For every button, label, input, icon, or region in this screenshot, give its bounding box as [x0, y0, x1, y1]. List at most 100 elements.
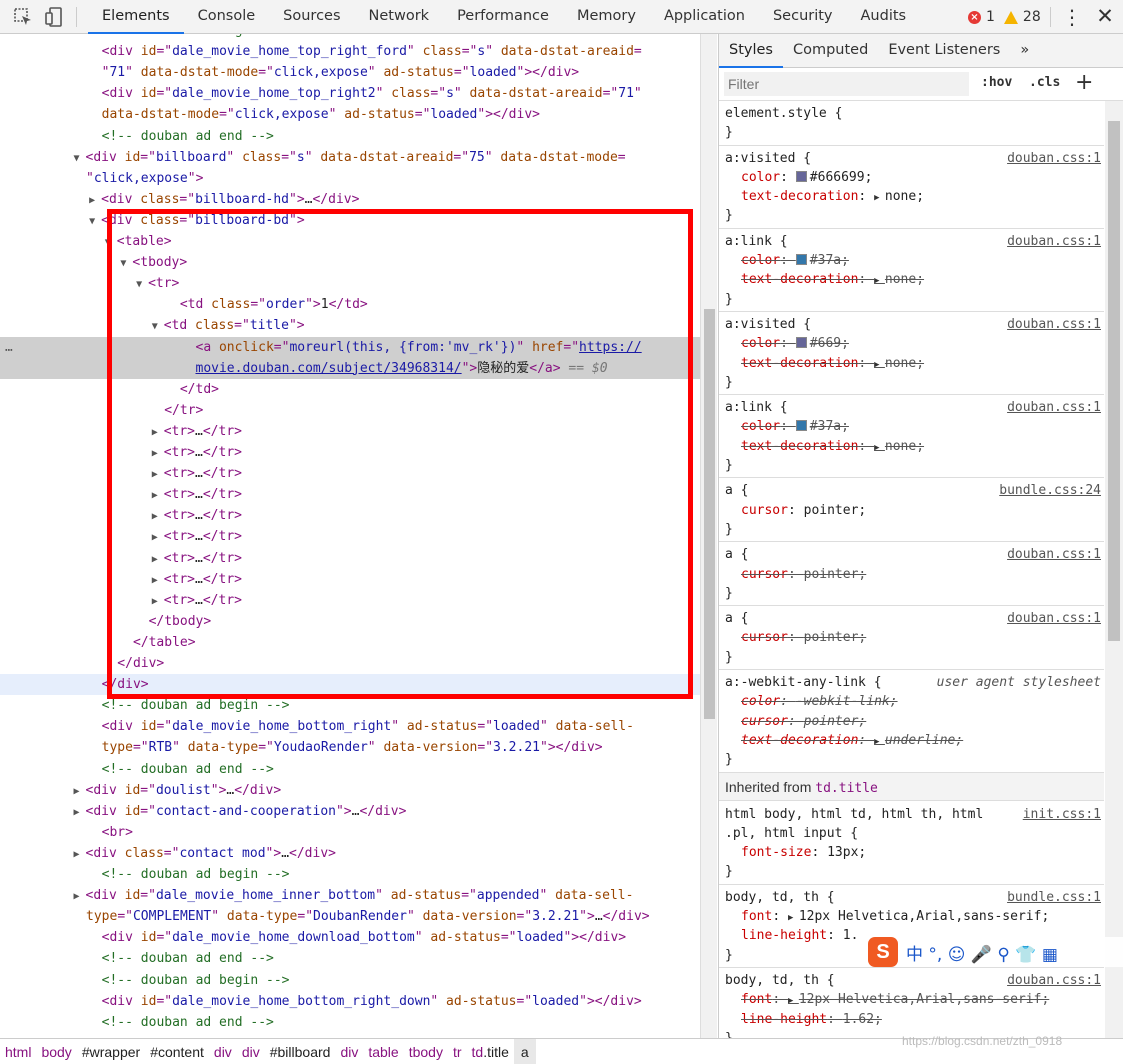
css-property-value[interactable]: 12px Helvetica,Arial,sans-serif; — [799, 909, 1049, 924]
color-swatch-icon[interactable] — [795, 420, 807, 432]
expand-shorthand-icon[interactable]: ▶ — [874, 193, 885, 203]
breadcrumb-item[interactable]: div — [209, 1044, 237, 1060]
css-property-value[interactable]: pointer; — [804, 714, 867, 729]
styles-filter-input[interactable] — [724, 72, 969, 96]
new-style-rule-button[interactable]: + — [1075, 70, 1093, 95]
rule-source-link[interactable]: bundle.css:1 — [1007, 888, 1101, 907]
style-declaration[interactable]: text-decoration: ▶ none; — [741, 270, 924, 289]
style-declaration[interactable]: color: #666699; — [741, 168, 872, 187]
style-declaration[interactable]: color: #37a; — [741, 251, 849, 270]
dom-node-row[interactable]: <!-- douban ad end --> — [0, 1012, 700, 1033]
style-declaration[interactable]: line-height: 1.62; — [741, 1010, 882, 1029]
breadcrumb-item[interactable]: div — [237, 1044, 265, 1060]
styles-scrollbar[interactable] — [1105, 101, 1123, 1038]
tab-network[interactable]: Network — [355, 0, 444, 34]
rule-selector[interactable]: a { — [725, 481, 748, 500]
tab-application[interactable]: Application — [650, 0, 759, 34]
tab-security[interactable]: Security — [759, 0, 847, 34]
style-declaration[interactable]: color: -webkit-link; — [741, 692, 898, 711]
style-declaration[interactable]: cursor: pointer; — [741, 628, 866, 647]
breadcrumb-item[interactable]: table — [363, 1044, 403, 1060]
style-declaration[interactable]: text-decoration: ▶ none; — [741, 354, 924, 373]
expand-shorthand-icon[interactable]: ▶ — [874, 737, 885, 747]
rule-selector[interactable]: .pl, html input { — [725, 824, 858, 843]
more-options-icon[interactable]: ⋮ — [1062, 4, 1082, 30]
css-property-value[interactable]: pointer; — [804, 567, 867, 582]
dom-node-row[interactable]: ▶ <div id="dale_movie_home_inner_bottom" … — [0, 885, 700, 906]
expand-triangle-icon[interactable]: ▶ — [74, 802, 86, 823]
dom-node-row[interactable]: <!-- douban ad end --> — [0, 126, 700, 147]
style-rule[interactable]: a {douban.css:1 cursor: pointer;} — [719, 542, 1104, 607]
css-property-value[interactable]: none; — [885, 189, 924, 204]
device-toolbar-icon[interactable] — [44, 6, 66, 28]
rule-source-link[interactable]: bundle.css:24 — [999, 481, 1101, 500]
css-property-value[interactable]: underline; — [885, 733, 963, 748]
rule-selector[interactable]: a:link { — [725, 398, 788, 417]
style-rule[interactable]: a:-webkit-any-link {user agent styleshee… — [719, 670, 1104, 773]
style-rule[interactable]: a {bundle.css:24 cursor: pointer;} — [719, 478, 1104, 543]
css-property-value[interactable]: #666699; — [810, 170, 873, 185]
css-property-value[interactable]: 13px; — [827, 845, 866, 860]
style-declaration[interactable]: text-decoration: ▶ none; — [741, 437, 924, 456]
style-declaration[interactable]: line-height: 1. — [741, 926, 858, 945]
expand-triangle-icon[interactable]: ▶ — [74, 844, 86, 865]
tab-console[interactable]: Console — [184, 0, 270, 34]
rule-selector[interactable]: a { — [725, 545, 748, 564]
css-property-value[interactable]: pointer; — [804, 503, 867, 518]
expand-shorthand-icon[interactable]: ▶ — [788, 913, 799, 923]
dom-node-row[interactable]: <!-- douban ad end --> — [0, 948, 700, 969]
rule-source-link[interactable]: douban.css:1 — [1007, 971, 1101, 990]
style-rule[interactable]: a:link {douban.css:1 color: #37a; text-dec… — [719, 395, 1104, 479]
tab-performance[interactable]: Performance — [443, 0, 563, 34]
dom-tree-scrollbar-thumb[interactable] — [704, 309, 715, 719]
more-tabs-icon[interactable]: » — [1010, 34, 1039, 68]
breadcrumb-item[interactable]: tbody — [404, 1044, 448, 1060]
css-property-value[interactable]: 1.62; — [843, 1012, 882, 1027]
rule-selector[interactable]: body, td, th { — [725, 888, 835, 907]
style-rule[interactable]: a:visited {douban.css:1 color: #666699; te… — [719, 146, 1104, 229]
color-swatch-icon[interactable] — [795, 170, 807, 182]
style-rule[interactable]: a {douban.css:1 cursor: pointer;} — [719, 606, 1104, 671]
dom-node-row[interactable]: data-dstat-mode="click,expose" ad-status… — [0, 104, 700, 125]
rule-selector[interactable]: a:visited { — [725, 315, 811, 334]
inspect-element-icon[interactable] — [12, 6, 34, 28]
style-declaration[interactable]: font-size: 13px; — [741, 843, 866, 862]
dom-node-row[interactable]: <!-- douban ad end --> — [0, 759, 700, 780]
dom-node-row[interactable]: ▶ <div id="contact-and-cooperation">…</di… — [0, 801, 700, 822]
dom-node-row[interactable]: "71" data-dstat-mode="click,expose" ad-s… — [0, 62, 700, 83]
rule-source-link[interactable]: douban.css:1 — [1007, 149, 1101, 168]
sidebar-tab-event-listeners[interactable]: Event Listeners — [878, 34, 1010, 68]
expand-triangle-icon[interactable]: ▶ — [74, 781, 86, 802]
css-property-value[interactable]: none; — [885, 356, 924, 371]
breadcrumb-item[interactable]: #billboard — [265, 1044, 336, 1060]
expand-shorthand-icon[interactable]: ▶ — [874, 443, 885, 453]
breadcrumb-item[interactable]: td.title — [467, 1044, 514, 1060]
collapse-triangle-icon[interactable]: ▼ — [89, 211, 101, 232]
expand-shorthand-icon[interactable]: ▶ — [874, 360, 885, 370]
style-declaration[interactable]: text-decoration: ▶ underline; — [741, 731, 963, 750]
expand-shorthand-icon[interactable]: ▶ — [874, 276, 885, 286]
rule-selector[interactable]: html body, html td, html th, html — [725, 805, 983, 824]
rule-source-link[interactable]: init.css:1 — [1023, 805, 1101, 824]
ime-toolbar[interactable]: S 中 °, ☺ 🎤 ⚲ 👕 ▦ — [868, 937, 1123, 967]
dom-node-row[interactable]: <div id="dale_movie_home_bottom_right" a… — [0, 716, 700, 737]
breadcrumb-item[interactable]: a — [513, 1038, 536, 1064]
tab-audits[interactable]: Audits — [847, 0, 921, 34]
dom-node-row[interactable]: <div id="dale_movie_home_top_right_ford"… — [0, 41, 700, 62]
color-swatch-icon[interactable] — [795, 254, 807, 266]
rule-source-link[interactable]: douban.css:1 — [1007, 398, 1101, 417]
breadcrumb-item[interactable]: #content — [145, 1044, 209, 1060]
dom-node-row[interactable]: <!-- douban ad begin --> — [0, 34, 700, 41]
rule-source-link[interactable]: douban.css:1 — [1007, 609, 1101, 628]
style-declaration[interactable]: cursor: pointer; — [741, 712, 866, 731]
rule-selector[interactable]: element.style { — [725, 104, 842, 123]
css-property-value[interactable]: #37a; — [810, 419, 849, 434]
dom-node-row[interactable]: ▶ <div class="billboard-hd">…</div> — [0, 189, 700, 210]
tab-memory[interactable]: Memory — [563, 0, 650, 34]
inherited-selector[interactable]: td.title — [815, 781, 878, 796]
dom-node-row[interactable]: type="RTB" data-type="YoudaoRender" data… — [0, 737, 700, 758]
close-devtools-icon[interactable]: ✕ — [1094, 3, 1116, 29]
issue-counters[interactable]: × 1 28 — [968, 0, 1041, 34]
style-declaration[interactable]: font: ▶ 12px Helvetica,Arial,sans-serif; — [741, 907, 1049, 926]
dom-node-row[interactable]: ▼ <div id="billboard" class="s" data-dsta… — [0, 147, 700, 168]
